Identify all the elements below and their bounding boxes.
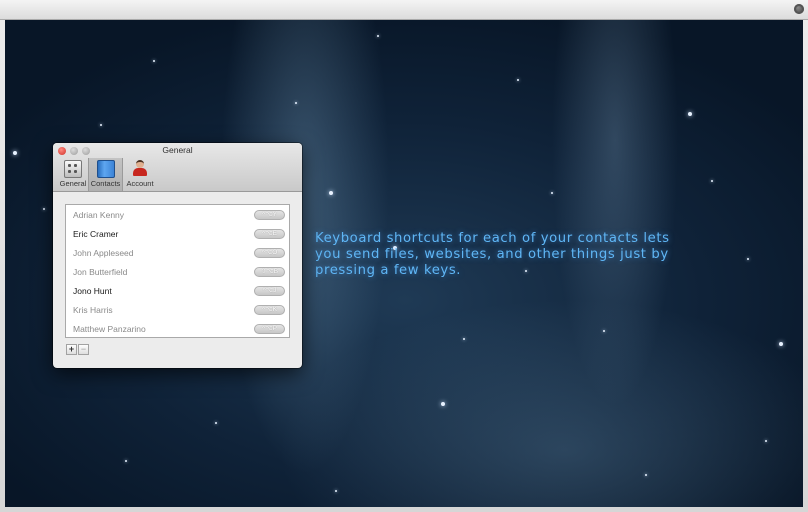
star	[711, 180, 713, 182]
address-book-icon	[96, 160, 115, 178]
promo-text: Keyboard shortcuts for each of your cont…	[315, 231, 670, 278]
star	[645, 474, 647, 476]
star	[551, 192, 553, 194]
star	[779, 342, 783, 346]
remove-contact-button[interactable]: −	[78, 344, 89, 355]
list-item[interactable]: Matthew Panzarino ^⌥P	[66, 319, 289, 337]
list-item[interactable]: Jono Hunt ^⌥J	[66, 281, 289, 300]
star	[603, 330, 605, 332]
contact-list[interactable]: Adrian Kenny ^⌥Y Eric Cramer ^⌥E John Ap…	[65, 204, 290, 338]
gear-icon	[64, 160, 82, 178]
star	[13, 151, 17, 155]
list-item[interactable]: John Appleseed ^⌥O	[66, 243, 289, 262]
star	[765, 440, 767, 442]
star	[463, 338, 465, 340]
list-item[interactable]: Jon Butterfield ⇧⌥B	[66, 262, 289, 281]
tab-account[interactable]: Account	[123, 158, 157, 191]
preferences-window: General General Contacts Account Adrian …	[53, 143, 302, 368]
star	[517, 79, 519, 81]
shortcut-badge[interactable]: ^⌥Y	[254, 210, 285, 220]
shortcut-badge[interactable]: ^⌥E	[254, 229, 285, 239]
tab-label: Contacts	[90, 179, 121, 188]
tab-label: General	[59, 179, 87, 188]
star	[43, 208, 45, 210]
star	[295, 102, 297, 104]
contact-name: Matthew Panzarino	[73, 324, 146, 334]
contact-name: Jon Butterfield	[73, 267, 128, 277]
contact-name: Jono Hunt	[73, 286, 112, 296]
contact-name: John Appleseed	[73, 248, 134, 258]
user-icon	[132, 160, 148, 176]
preferences-toolbar: General General Contacts Account	[53, 143, 302, 192]
list-item[interactable]: Adrian Kenny ^⌥Y	[66, 205, 289, 224]
shortcut-badge[interactable]: ^⌥P	[254, 324, 285, 334]
contact-name: Kris Harris	[73, 305, 113, 315]
shortcut-badge[interactable]: ^⌥O	[254, 248, 285, 258]
window-title: General	[162, 145, 193, 155]
shortcut-badge[interactable]: ⇧⌥B	[254, 267, 285, 277]
tab-general[interactable]: General	[56, 158, 90, 191]
star	[100, 124, 102, 126]
app-titlebar	[0, 0, 808, 20]
star	[215, 422, 217, 424]
contact-name: Adrian Kenny	[73, 210, 125, 220]
star	[335, 490, 337, 492]
star	[441, 402, 445, 406]
add-contact-button[interactable]: +	[66, 344, 77, 355]
list-item[interactable]: Eric Cramer ^⌥E	[66, 224, 289, 243]
star	[329, 191, 333, 195]
star	[125, 460, 127, 462]
star	[747, 258, 749, 260]
list-item[interactable]: Kris Harris ^⌥K	[66, 300, 289, 319]
star	[377, 35, 379, 37]
star	[688, 112, 692, 116]
contact-name: Eric Cramer	[73, 229, 119, 239]
shortcut-badge[interactable]: ^⌥K	[254, 305, 285, 315]
tab-contacts[interactable]: Contacts	[88, 158, 123, 191]
tab-label: Account	[126, 179, 154, 188]
star	[153, 60, 155, 62]
fullscreen-icon[interactable]	[794, 4, 804, 14]
shortcut-badge[interactable]: ^⌥J	[254, 286, 285, 296]
